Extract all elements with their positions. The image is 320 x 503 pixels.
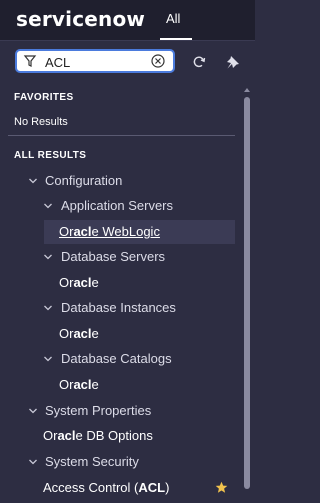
- filter-icon: [23, 55, 37, 67]
- scroll-up-arrow[interactable]: [243, 86, 251, 94]
- match-highlight: ACL: [138, 480, 166, 495]
- result-label: Oracle: [59, 377, 99, 392]
- result-label: System Properties: [45, 403, 152, 418]
- result-group[interactable]: Database Catalogs: [0, 347, 236, 371]
- label-text: Or: [59, 224, 74, 239]
- label-text: e: [91, 275, 99, 290]
- scrollbar-thumb[interactable]: [244, 97, 250, 489]
- refresh-icon[interactable]: [192, 55, 206, 69]
- result-group[interactable]: Database Servers: [0, 245, 236, 269]
- servicenow-logo[interactable]: servicenow: [16, 7, 145, 31]
- chevron-down-icon[interactable]: [43, 201, 53, 211]
- favorites-heading: FAVORITES: [14, 92, 74, 103]
- match-highlight: acl: [73, 275, 92, 290]
- result-label: Oracle DB Options: [43, 428, 153, 443]
- chevron-down-icon[interactable]: [28, 176, 38, 186]
- result-link[interactable]: Oracle DB Options: [0, 424, 236, 448]
- result-label: Access Control (ACL): [43, 480, 169, 495]
- star-icon[interactable]: [215, 481, 228, 494]
- label-text: Or: [59, 275, 74, 290]
- result-label: System Security: [45, 454, 139, 469]
- all-results-heading: ALL RESULTS: [14, 150, 87, 161]
- result-link[interactable]: Oracle: [0, 271, 236, 295]
- result-group[interactable]: Database Instances: [0, 296, 236, 320]
- result-label: Configuration: [45, 173, 123, 188]
- label-text: Or: [59, 377, 74, 392]
- label-text: Or: [43, 428, 58, 443]
- result-label: Oracle: [59, 326, 99, 341]
- chevron-down-icon[interactable]: [43, 252, 53, 262]
- tab-active-indicator: [160, 38, 192, 40]
- match-highlight: acl: [73, 326, 92, 341]
- result-label: Oracle: [59, 275, 99, 290]
- result-group[interactable]: Configuration: [0, 169, 236, 193]
- search-box[interactable]: [15, 49, 175, 73]
- favorites-empty-text: No Results: [14, 116, 68, 128]
- search-input[interactable]: [45, 53, 135, 71]
- result-label: Database Servers: [61, 249, 166, 264]
- tab-all[interactable]: All: [166, 11, 180, 26]
- match-highlight: acl: [57, 428, 76, 443]
- label-text: e DB Options: [75, 428, 153, 443]
- divider: [8, 135, 235, 136]
- result-link[interactable]: Oracle: [0, 322, 236, 346]
- label-text: Or: [59, 326, 74, 341]
- chevron-down-icon[interactable]: [28, 457, 38, 467]
- label-text: e: [91, 377, 99, 392]
- result-link[interactable]: Oracle: [0, 373, 236, 397]
- result-label: Database Catalogs: [61, 351, 172, 366]
- match-highlight: acl: [73, 224, 92, 239]
- chevron-down-icon[interactable]: [43, 303, 53, 313]
- result-group[interactable]: Application Servers: [0, 194, 236, 218]
- pin-icon[interactable]: [226, 55, 240, 69]
- label-text: Access Control (: [43, 480, 139, 495]
- label-text: ): [165, 480, 170, 495]
- chevron-down-icon[interactable]: [43, 354, 53, 364]
- chevron-down-icon[interactable]: [28, 406, 38, 416]
- clear-icon[interactable]: [151, 54, 165, 68]
- result-label: Oracle WebLogic: [59, 224, 160, 239]
- result-group[interactable]: System Properties: [0, 399, 236, 423]
- result-label: Database Instances: [61, 300, 176, 315]
- result-group[interactable]: System Security: [0, 450, 236, 474]
- result-label: Application Servers: [61, 198, 173, 213]
- match-highlight: acl: [73, 377, 92, 392]
- label-text: e: [91, 326, 99, 341]
- label-text: e WebLogic: [91, 224, 160, 239]
- app-header: servicenow All: [0, 0, 255, 41]
- result-link[interactable]: Access Control (ACL): [0, 476, 236, 500]
- result-link[interactable]: Oracle WebLogic: [44, 220, 235, 244]
